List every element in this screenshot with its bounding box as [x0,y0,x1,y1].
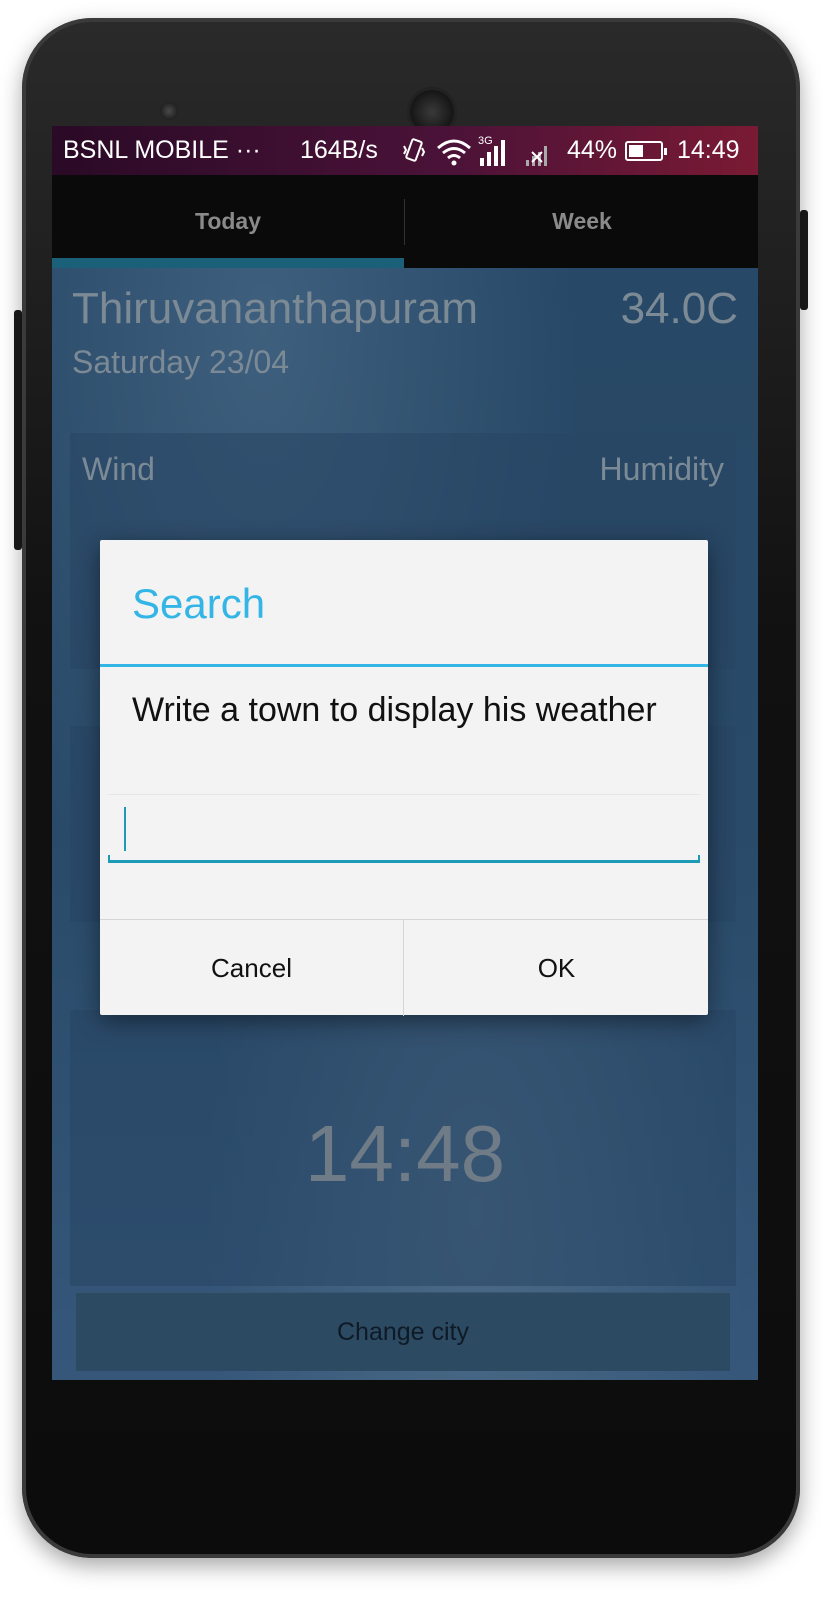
town-search-input[interactable] [108,794,700,863]
no-signal-icon [526,146,547,166]
dialog-button-divider [403,920,404,1016]
ok-button[interactable]: OK [405,920,708,1016]
tab-selected-indicator [52,258,404,268]
tab-bar: Today Week [52,175,758,268]
battery-percent: 44% [567,136,618,164]
input-underline [108,855,700,863]
tab-divider [404,199,405,245]
status-bar: BSNL MOBILE ··· 164B/s 3G 44% 14:49 [52,126,758,175]
dialog-title: Search [132,580,266,627]
phone-side-button-left [14,310,22,550]
network-type-label: 3G [478,135,493,147]
carrier-name: BSNL MOBILE ··· [63,136,261,164]
date-label: Saturday 23/04 [72,344,290,380]
dialog-button-bar: Cancel OK [100,919,708,1016]
status-icons: 3G [403,135,547,166]
tab-today[interactable]: Today [52,175,404,268]
front-camera [160,102,178,120]
battery-icon [625,141,667,161]
temperature: 34.0C [620,284,738,333]
phone-side-button-right [800,210,808,310]
wind-label: Wind [82,451,155,487]
city-name: Thiruvananthapuram [72,284,479,333]
change-city-button[interactable]: Change city [76,1292,730,1371]
cancel-button[interactable]: Cancel [100,920,403,1016]
humidity-label: Humidity [599,451,724,487]
status-time: 14:49 [677,136,740,164]
search-dialog: Search Write a town to display his weath… [100,540,708,1016]
vibrate-icon [403,138,426,162]
dialog-title-divider [100,664,708,667]
wifi-icon [437,139,471,166]
text-cursor [124,807,126,851]
clock-display: 14:48 [304,1109,506,1198]
dialog-message: Write a town to display his weather [132,691,657,729]
tab-week[interactable]: Week [406,175,758,268]
network-speed: 164B/s [300,136,378,164]
